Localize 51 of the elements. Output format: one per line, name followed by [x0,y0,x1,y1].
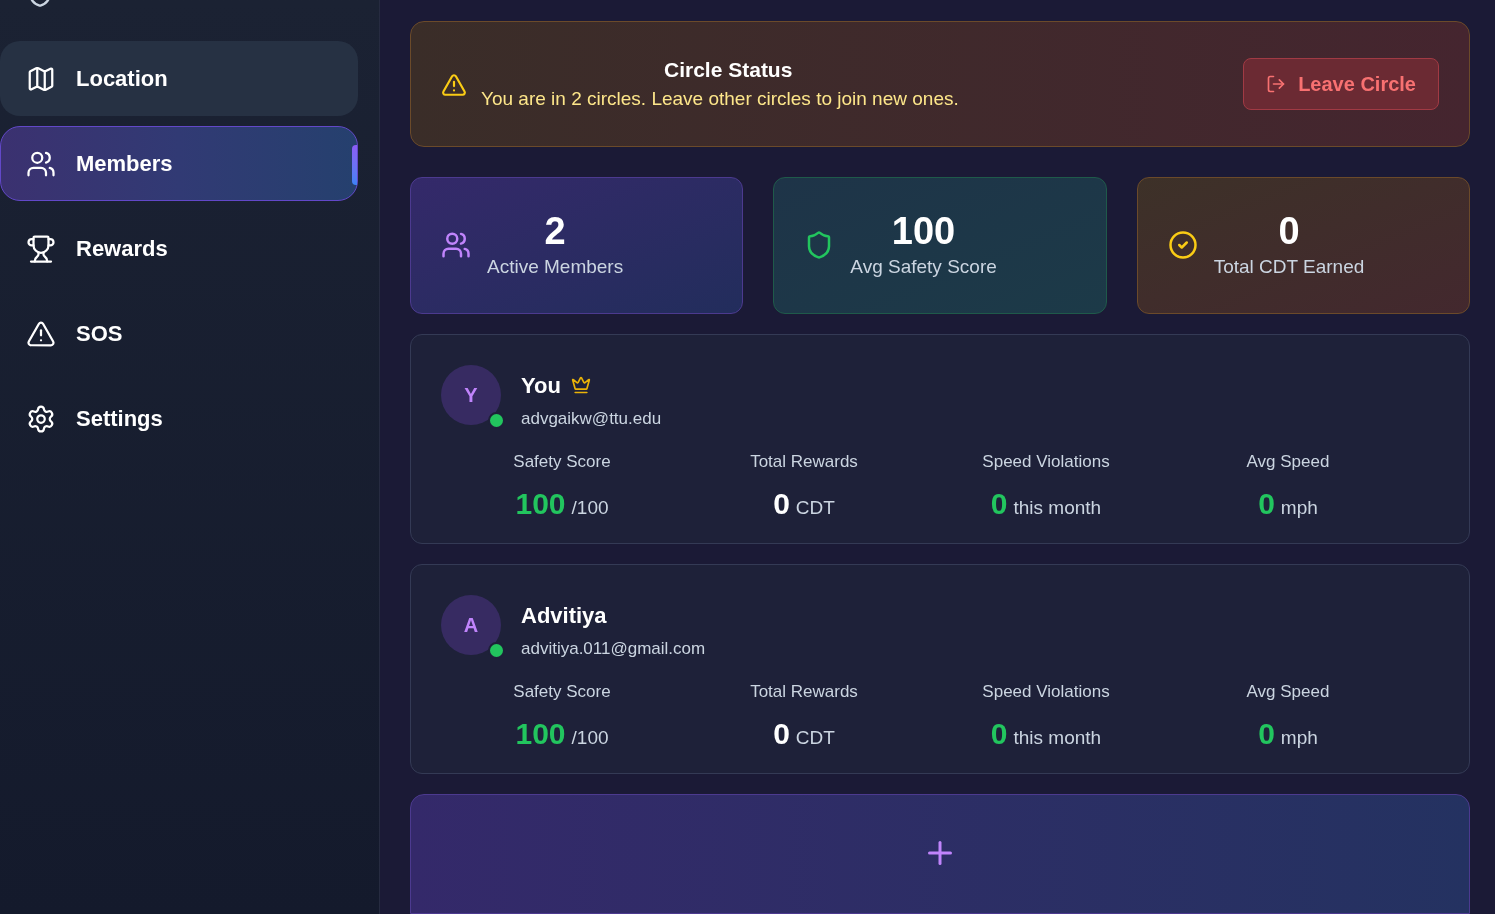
metric-unit: /100 [571,495,609,520]
stat-value: 2 [544,208,566,253]
warning-icon [441,71,467,98]
banner-title: Circle Status [664,56,793,83]
member-name: Advitiya [521,601,607,630]
check-circle-icon [1167,230,1198,261]
metric-value: 0 [773,715,790,752]
metric-unit: this month [1013,725,1102,750]
metric-unit: mph [1280,725,1318,750]
member-email: advitiya.011@gmail.com [521,637,706,660]
add-member-button[interactable] [410,794,1470,914]
avatar: A [441,594,501,655]
metric-value: 0 [1258,485,1275,522]
metric-label: Avg Speed [1246,681,1330,704]
metric-unit: /100 [571,725,609,750]
metric-value: 0 [990,715,1008,752]
avatar: Y [441,364,501,425]
settings-icon [26,403,56,434]
trophy-icon [26,233,56,264]
member-email: advgaikw@ttu.edu [521,407,662,430]
metric-value: 100 [515,715,566,752]
sidebar-item[interactable]: Members [0,126,358,201]
stat-label: Avg Safety Score [850,254,997,279]
metric-value: 0 [1258,715,1275,752]
metric-label: Avg Speed [1246,451,1330,474]
sidebar-item[interactable]: Rewards [0,211,358,286]
metric-label: Safety Score [513,451,611,474]
active-indicator [352,145,357,185]
metric-label: Total Rewards [750,681,858,704]
leave-circle-button[interactable]: Leave Circle [1243,57,1439,110]
metric-unit: mph [1280,495,1318,520]
metric-label: Total Rewards [750,451,858,474]
metric-label: Speed Violations [982,681,1110,704]
metric-value: 100 [515,485,566,522]
stat-label: Total CDT Earned [1213,254,1365,279]
sidebar-item[interactable]: SOS [0,296,358,371]
metric-unit: this month [1013,495,1102,520]
sidebar-item[interactable]: Location [0,41,358,116]
metric-value: 0 [990,485,1008,522]
metric-unit: CDT [795,495,835,520]
stat-value: 100 [891,208,956,253]
member-name: You [521,371,561,400]
metric-unit: CDT [795,725,835,750]
metric-label: Safety Score [513,681,611,704]
stat-value: 0 [1278,208,1300,253]
metric-label: Speed Violations [982,451,1110,474]
sidebar-item[interactable]: Settings [0,381,358,456]
exit-icon [1266,73,1287,94]
banner-message: You are in 2 circles. Leave other circles to join new ones. [481,87,959,112]
metric-value: 0 [773,485,790,522]
stat-label: Active Members [487,254,624,279]
